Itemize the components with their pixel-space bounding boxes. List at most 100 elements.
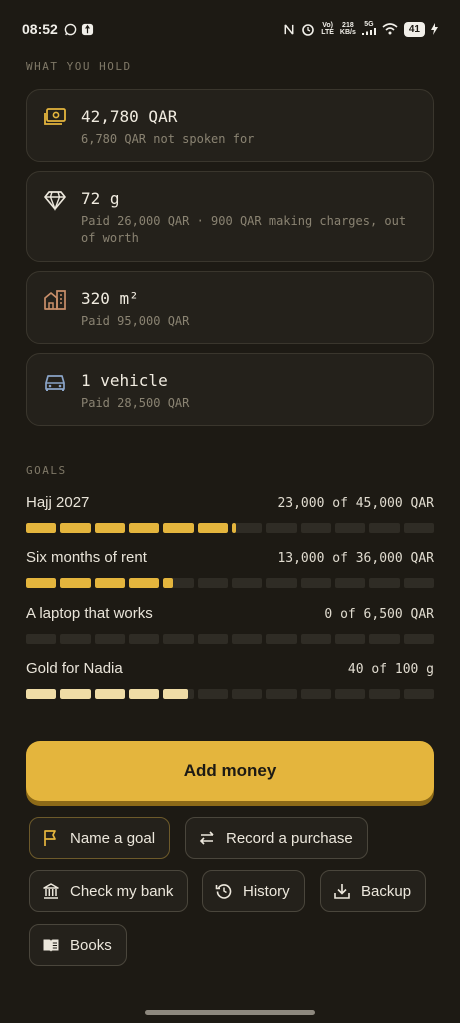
holding-sub: Paid 95,000 QAR	[81, 314, 190, 328]
progress-segment	[128, 634, 160, 644]
progress-segment	[26, 523, 57, 533]
signal-icon	[361, 28, 376, 35]
progress-segment	[26, 634, 57, 644]
progress-segment	[300, 634, 331, 644]
alarm-icon	[302, 24, 315, 36]
diamond-icon	[44, 191, 66, 211]
progress-segment	[334, 523, 366, 533]
history-label: History	[243, 882, 290, 900]
goal-gold-nadia[interactable]: Gold for Nadia 40 of 100 g	[26, 660, 434, 699]
goal-progress-bar	[26, 689, 434, 699]
goal-name: Gold for Nadia	[26, 660, 123, 677]
wifi-icon	[382, 23, 398, 35]
goal-rent[interactable]: Six months of rent 13,000 of 36,000 QAR	[26, 549, 434, 588]
progress-segment	[369, 634, 400, 644]
download-icon	[334, 884, 350, 899]
name-goal-label: Name a goal	[70, 829, 156, 847]
progress-segment	[163, 523, 194, 533]
holding-main: 1 vehicle	[81, 371, 168, 390]
holding-main: 72 g	[81, 189, 120, 208]
goal-amount: 13,000 of 36,000 QAR	[277, 551, 434, 566]
progress-segment-fill	[60, 689, 91, 699]
goal-progress-bar	[26, 578, 434, 588]
check-bank-label: Check my bank	[70, 882, 174, 900]
goal-progress-bar	[26, 523, 434, 533]
charging-icon	[431, 23, 438, 35]
goal-amount: 0 of 6,500 QAR	[324, 607, 434, 622]
record-purchase-label: Record a purchase	[226, 829, 353, 847]
books-button[interactable]: Books	[29, 924, 127, 966]
holding-card-cash[interactable]: 42,780 QAR 6,780 QAR not spoken for	[26, 89, 434, 162]
history-button[interactable]: History	[202, 870, 305, 912]
progress-segment	[334, 578, 366, 588]
home-indicator[interactable]	[145, 1010, 315, 1015]
progress-segment-fill	[26, 689, 57, 699]
progress-segment	[163, 689, 194, 699]
holding-card-vehicle[interactable]: 1 vehicle Paid 28,500 QAR	[26, 353, 434, 426]
progress-segment-fill	[197, 523, 228, 533]
progress-segment-fill	[231, 523, 236, 533]
goals-section-label: GOALS	[26, 464, 67, 477]
name-goal-button[interactable]: Name a goal	[29, 817, 171, 859]
network-top: Vo)	[322, 22, 333, 29]
progress-segment	[231, 634, 263, 644]
progress-segment	[266, 578, 297, 588]
goal-laptop[interactable]: A laptop that works 0 of 6,500 QAR	[26, 605, 434, 644]
progress-segment	[403, 634, 434, 644]
progress-segment-fill	[60, 578, 91, 588]
goal-amount: 23,000 of 45,000 QAR	[277, 496, 434, 511]
holding-card-gold[interactable]: 72 g Paid 26,000 QAR · 900 QAR making ch…	[26, 171, 434, 262]
books-label: Books	[70, 936, 112, 954]
progress-segment	[60, 689, 91, 699]
progress-segment	[94, 689, 125, 699]
progress-segment	[26, 578, 57, 588]
progress-segment	[94, 634, 125, 644]
check-bank-button[interactable]: Check my bank	[29, 870, 189, 912]
bank-icon	[43, 883, 59, 899]
progress-segment	[197, 689, 228, 699]
progress-segment-fill	[26, 578, 57, 588]
progress-segment	[197, 523, 228, 533]
progress-segment	[60, 634, 91, 644]
holding-main: 320 m²	[81, 289, 139, 308]
goal-name: Six months of rent	[26, 549, 147, 566]
holding-card-property[interactable]: 320 m² Paid 95,000 QAR	[26, 271, 434, 344]
progress-segment-fill	[163, 523, 194, 533]
backup-label: Backup	[361, 882, 412, 900]
progress-segment	[94, 578, 125, 588]
progress-segment-fill	[128, 689, 160, 699]
progress-segment-fill	[94, 523, 125, 533]
swap-icon	[199, 831, 214, 845]
progress-segment	[60, 578, 91, 588]
progress-segment-fill	[94, 578, 125, 588]
goal-progress-bar	[26, 634, 434, 644]
progress-segment	[266, 689, 297, 699]
building-icon	[44, 290, 66, 310]
progress-segment-fill	[163, 578, 174, 588]
progress-segment	[197, 578, 228, 588]
progress-segment-fill	[128, 578, 160, 588]
book-icon	[43, 939, 59, 952]
progress-segment	[266, 523, 297, 533]
goal-hajj[interactable]: Hajj 2027 23,000 of 45,000 QAR	[26, 494, 434, 533]
speed-top: 218	[342, 22, 354, 29]
whatsapp-icon	[64, 23, 77, 35]
add-money-button[interactable]: Add money	[26, 741, 434, 801]
backup-button[interactable]: Backup	[320, 870, 427, 912]
record-purchase-button[interactable]: Record a purchase	[185, 817, 368, 859]
holding-sub: Paid 26,000 QAR · 900 QAR making charges…	[81, 214, 407, 245]
holding-sub: Paid 28,500 QAR	[81, 396, 190, 410]
car-icon	[45, 375, 65, 391]
progress-segment	[266, 634, 297, 644]
progress-segment	[231, 689, 263, 699]
progress-segment	[128, 523, 160, 533]
flag-icon	[44, 830, 56, 846]
progress-segment-fill	[128, 523, 160, 533]
progress-segment	[26, 689, 57, 699]
progress-segment-fill	[26, 523, 57, 533]
progress-segment	[231, 523, 263, 533]
progress-segment	[300, 578, 331, 588]
network-gen: 5G	[364, 21, 374, 28]
speed-bottom: KB/s	[339, 29, 356, 36]
progress-segment	[163, 634, 194, 644]
